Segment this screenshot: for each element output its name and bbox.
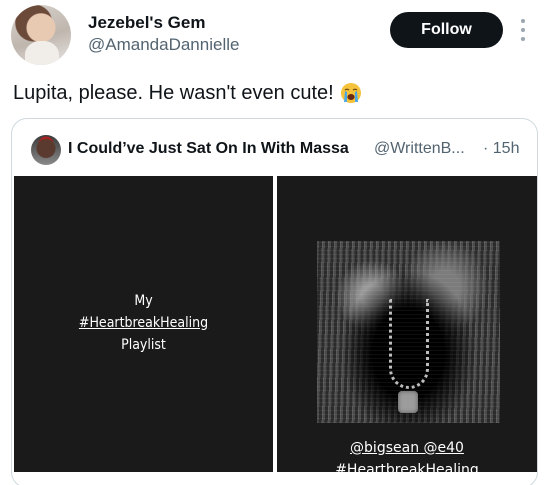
author-name[interactable]: Jezebel's Gem [88,13,205,33]
story-mentions: @bigsean @e40 [350,440,464,456]
follow-button[interactable]: Follow [390,12,503,48]
author-avatar[interactable] [11,5,71,65]
story-image-left[interactable]: My #HeartbreakHealing Playlist [14,176,273,472]
story-hashtag-cut: #HeartbreakHealing [335,462,479,472]
more-vertical-icon[interactable] [516,18,530,42]
story-line-hashtag: #HeartbreakHealing [78,315,209,331]
quoted-timestamp: · 15h [483,140,520,157]
crying-face-icon [340,82,362,104]
story-image-right[interactable]: @bigsean @e40 #HeartbreakHealing [277,176,537,472]
quoted-tweet-card[interactable]: I Could’ve Just Sat On In With Massa @Wr… [11,118,538,485]
quoted-author-avatar [31,135,61,165]
album-cover-image [317,241,500,423]
quoted-author-name: I Could’ve Just Sat On In With Massa [68,140,349,157]
story-line-my: My [134,293,153,309]
tweet-body: Lupita, please. He wasn't even cute! [13,82,334,104]
story-line-playlist: Playlist [121,337,166,353]
tweet-text: Lupita, please. He wasn't even cute! [13,80,362,106]
chain-necklace [389,299,429,389]
quoted-author-handle: @WrittenB... [374,140,465,157]
author-handle[interactable]: @AmandaDannielle [88,35,239,55]
pendant [398,391,418,413]
